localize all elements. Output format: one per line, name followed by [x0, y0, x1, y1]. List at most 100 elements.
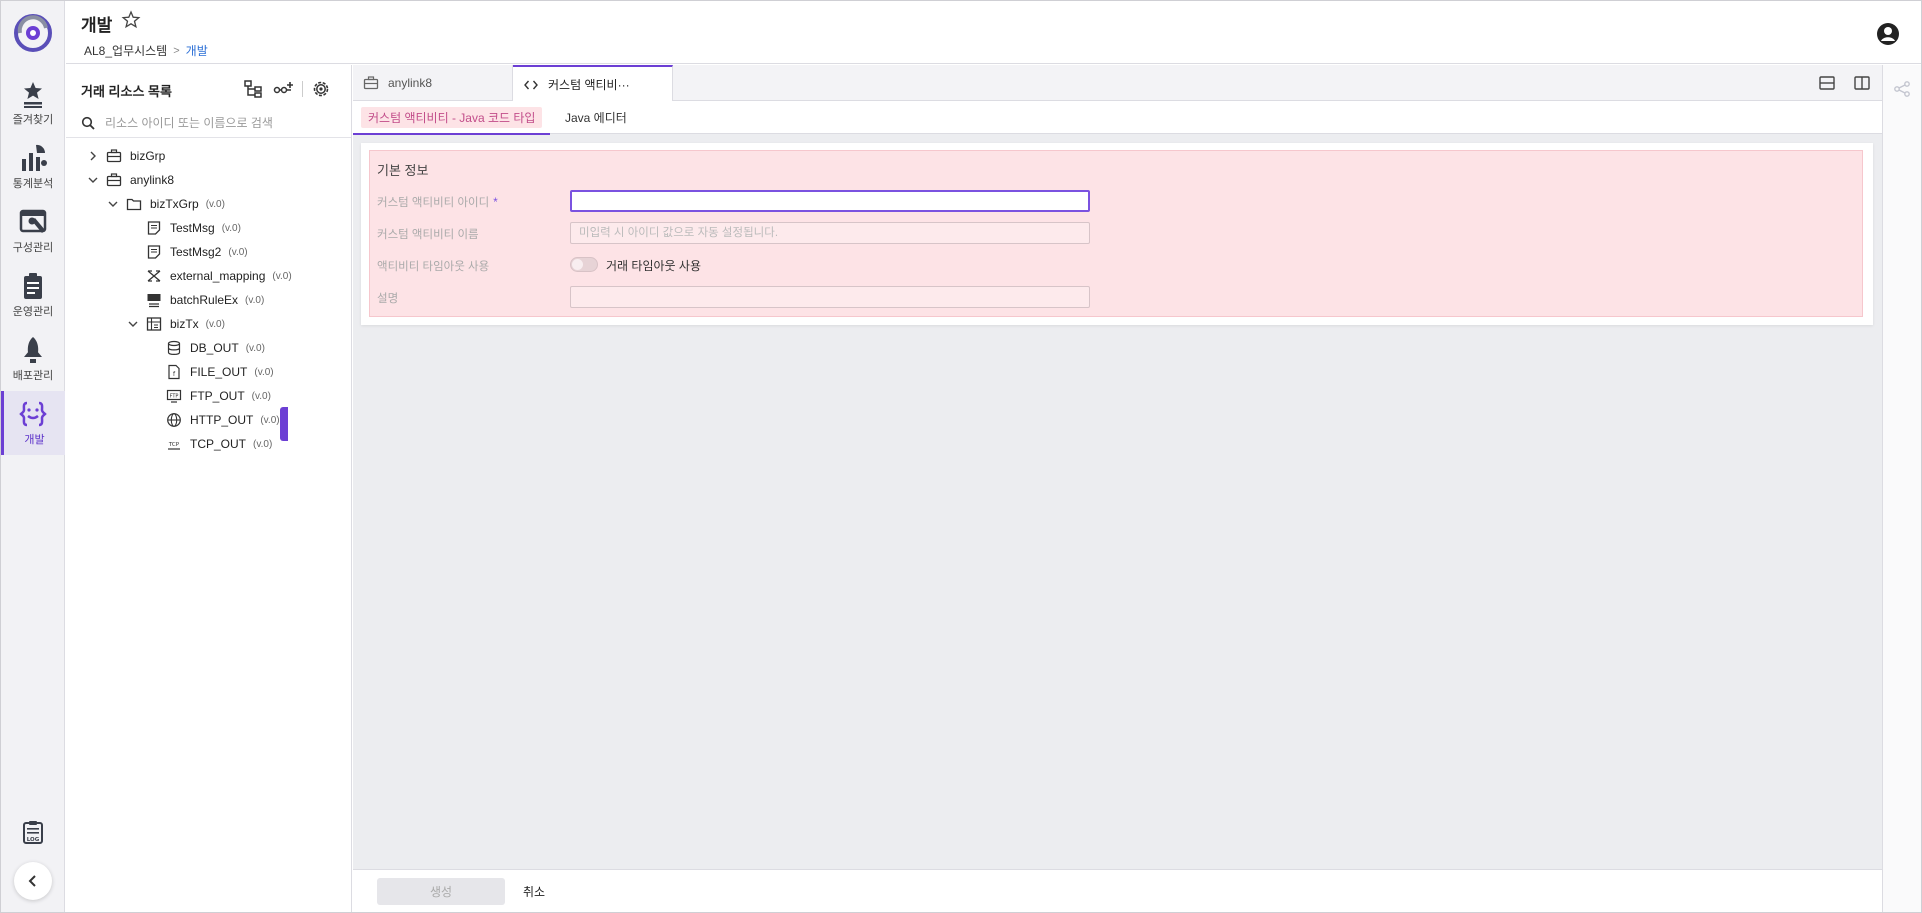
rail-item-favorites[interactable]: 즐겨찾기: [1, 71, 65, 135]
timeout-toggle[interactable]: [570, 257, 598, 272]
form-footer: 생성 취소: [353, 869, 1882, 912]
timeout-toggle-label: 거래 타임아웃 사용: [606, 259, 701, 273]
chevron-down-icon[interactable]: [126, 317, 140, 331]
add-node-icon[interactable]: [272, 78, 294, 100]
tree-item-version: (v.0): [253, 438, 273, 450]
tree-item-version: (v.0): [251, 390, 271, 402]
tree-item-anylink8[interactable]: anylink8: [86, 169, 174, 191]
tree-item-label: FTP_OUT: [190, 389, 245, 403]
activity-name-input[interactable]: [570, 222, 1090, 244]
tree-item-label: TCP_OUT: [190, 437, 247, 451]
tree-item-label: HTTP_OUT: [190, 413, 254, 427]
tree-item-version: (v.0): [245, 342, 265, 354]
favorite-star-icon[interactable]: [121, 10, 141, 30]
rail-label: 운영관리: [12, 306, 54, 318]
tcp-icon: TCP: [168, 442, 180, 450]
user-account-icon[interactable]: [1876, 22, 1900, 46]
editor-subtabs: 커스텀 액티비티 - Java 코드 타입 Java 에디터: [353, 101, 1882, 135]
globe-icon: [167, 413, 181, 427]
required-marker: *: [493, 197, 498, 209]
gear-icon[interactable]: [310, 78, 332, 100]
chevron-down-icon[interactable]: [106, 197, 120, 211]
briefcase-icon: [363, 76, 379, 90]
chevron-right-icon: >: [173, 44, 180, 57]
activity-id-input[interactable]: [570, 190, 1090, 212]
resource-panel-title: 거래 리소스 목록: [81, 84, 172, 99]
tree-item-external-mapping[interactable]: external_mapping (v.0): [146, 265, 292, 287]
resource-search-input[interactable]: [105, 116, 325, 130]
panel-resize-handle[interactable]: [280, 407, 288, 441]
create-button[interactable]: 생성: [377, 878, 505, 905]
subtab-java-code-type[interactable]: 커스텀 액티비티 - Java 코드 타입: [353, 101, 551, 135]
tree-item-db-out[interactable]: DB_OUT (v.0): [166, 337, 265, 359]
app-logo-icon[interactable]: [14, 14, 52, 52]
tree-item-version: (v.0): [228, 246, 248, 258]
rail-label: 배포관리: [12, 370, 54, 382]
rocket-icon: [24, 337, 42, 363]
batch-icon: [147, 294, 161, 308]
subtab-label: Java 에디터: [565, 111, 627, 125]
rail-label: 즐겨찾기: [12, 114, 54, 126]
tree-item-biztx[interactable]: bizTx (v.0): [126, 313, 225, 335]
tree-item-version: (v.0): [260, 414, 280, 426]
briefcase-icon: [106, 173, 122, 187]
tree-item-version: (v.0): [221, 222, 241, 234]
tree-item-label: batchRuleEx: [170, 293, 239, 307]
tree-item-version: (v.0): [272, 270, 292, 282]
briefcase-icon: [106, 149, 122, 163]
file-icon: f: [168, 364, 180, 380]
svg-text:TCP: TCP: [168, 442, 180, 448]
log-icon[interactable]: LOG: [21, 820, 45, 844]
share-graph-icon[interactable]: [1893, 80, 1911, 98]
database-icon: [167, 340, 181, 355]
chevron-right-icon[interactable]: [86, 149, 100, 163]
split-vertical-icon[interactable]: [1853, 74, 1871, 92]
right-side-panel: [1882, 65, 1921, 912]
cancel-button[interactable]: 취소: [523, 878, 545, 905]
chevron-down-icon[interactable]: [86, 173, 100, 187]
collapse-rail-button[interactable]: [14, 862, 52, 900]
tree-item-testmsg[interactable]: TestMsg (v.0): [146, 217, 241, 239]
rail-item-development[interactable]: 개발: [1, 391, 65, 455]
tab-label: anylink8: [388, 76, 433, 90]
folder-icon: [126, 198, 142, 211]
tree-item-bizgrp[interactable]: bizGrp: [86, 145, 165, 167]
tab-anylink8[interactable]: anylink8: [353, 65, 513, 101]
star-list-icon: [24, 82, 42, 108]
tree-item-version: (v.0): [254, 366, 274, 378]
main-content: anylink8 커스텀 액티비··· 커스텀 액티비티 - Java 코드 타…: [353, 65, 1882, 912]
tree-structure-icon[interactable]: [242, 78, 264, 100]
activity-name-label: 커스텀 액티비티 이름: [377, 229, 479, 241]
rail-item-deploy[interactable]: 배포관리: [1, 327, 65, 391]
tab-custom-activity[interactable]: 커스텀 액티비···: [513, 65, 673, 102]
tree-item-batchruleex[interactable]: batchRuleEx (v.0): [146, 289, 264, 311]
basic-info-card: 기본 정보 커스텀 액티비티 아이디* 커스텀 액티비티 이름 액티비티 타임아…: [361, 143, 1873, 325]
basic-info-section: 기본 정보 커스텀 액티비티 아이디* 커스텀 액티비티 이름 액티비티 타임아…: [369, 150, 1863, 317]
rail-item-config[interactable]: 구성관리: [1, 199, 65, 263]
tree-item-file-out[interactable]: f FILE_OUT (v.0): [166, 361, 274, 383]
tree-item-label: anylink8: [130, 173, 175, 187]
breadcrumb-item[interactable]: AL8_업무시스템: [84, 42, 167, 59]
rail-label: 통계분석: [12, 178, 54, 190]
tree-item-tcp-out[interactable]: TCP TCP_OUT (v.0): [166, 433, 272, 455]
tree-item-label: FILE_OUT: [190, 365, 248, 379]
tree-item-label: bizTxGrp: [150, 197, 199, 211]
message-icon: [147, 245, 161, 259]
split-horizontal-icon[interactable]: [1818, 74, 1836, 92]
rail-item-operations[interactable]: 운영관리: [1, 263, 65, 327]
toolbar-divider: [302, 81, 303, 97]
subtab-label: 커스텀 액티비티 - Java 코드 타입: [361, 107, 543, 128]
description-input[interactable]: [570, 286, 1090, 308]
breadcrumb-current[interactable]: 개발: [186, 42, 208, 59]
tree-item-ftp-out[interactable]: FTP FTP_OUT (v.0): [166, 385, 271, 407]
subtab-java-editor[interactable]: Java 에디터: [565, 101, 627, 134]
breadcrumb: AL8_업무시스템 > 개발: [84, 42, 208, 59]
svg-text:f: f: [173, 371, 176, 378]
tree-item-http-out[interactable]: HTTP_OUT (v.0): [166, 409, 280, 431]
tree-item-label: TestMsg2: [170, 245, 222, 259]
tree-item-testmsg2[interactable]: TestMsg2 (v.0): [146, 241, 248, 263]
tree-item-biztxgrp[interactable]: bizTxGrp (v.0): [106, 193, 225, 215]
rail-label: 구성관리: [12, 242, 54, 254]
rail-item-statistics[interactable]: 통계분석: [1, 135, 65, 199]
nav-rail: 즐겨찾기 통계분석 구성관리 운영관리 배포관리 개발 LOG: [1, 1, 65, 912]
